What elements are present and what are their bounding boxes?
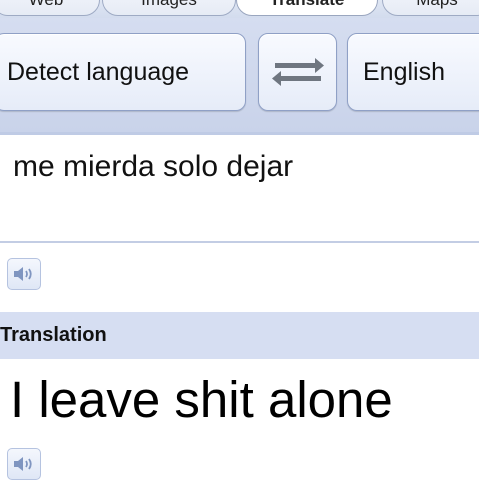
- source-language-label: Detect language: [7, 57, 190, 86]
- tab-maps[interactable]: Maps: [382, 0, 479, 16]
- speaker-icon: [14, 267, 32, 281]
- tab-web[interactable]: Web: [0, 0, 100, 16]
- source-speaker-button[interactable]: [7, 258, 41, 290]
- source-text[interactable]: me mierda solo dejar: [13, 150, 293, 184]
- tab-strip: Web Images Translate Maps: [0, 0, 479, 18]
- language-bar: Detect language English: [0, 18, 479, 132]
- divider: [0, 132, 479, 135]
- target-language-button[interactable]: English: [347, 33, 479, 111]
- speaker-icon: [14, 457, 32, 471]
- translation-speaker-button[interactable]: [7, 448, 41, 480]
- swap-arrows-icon: [271, 58, 324, 86]
- swap-languages-button[interactable]: [258, 33, 337, 111]
- translation-header: Translation: [0, 312, 479, 359]
- tab-images[interactable]: Images: [102, 0, 236, 16]
- target-language-label: English: [363, 57, 445, 86]
- divider: [0, 241, 479, 243]
- translation-text: I leave shit alone: [10, 371, 393, 428]
- tab-translate[interactable]: Translate: [236, 0, 378, 16]
- source-language-button[interactable]: Detect language: [0, 33, 246, 111]
